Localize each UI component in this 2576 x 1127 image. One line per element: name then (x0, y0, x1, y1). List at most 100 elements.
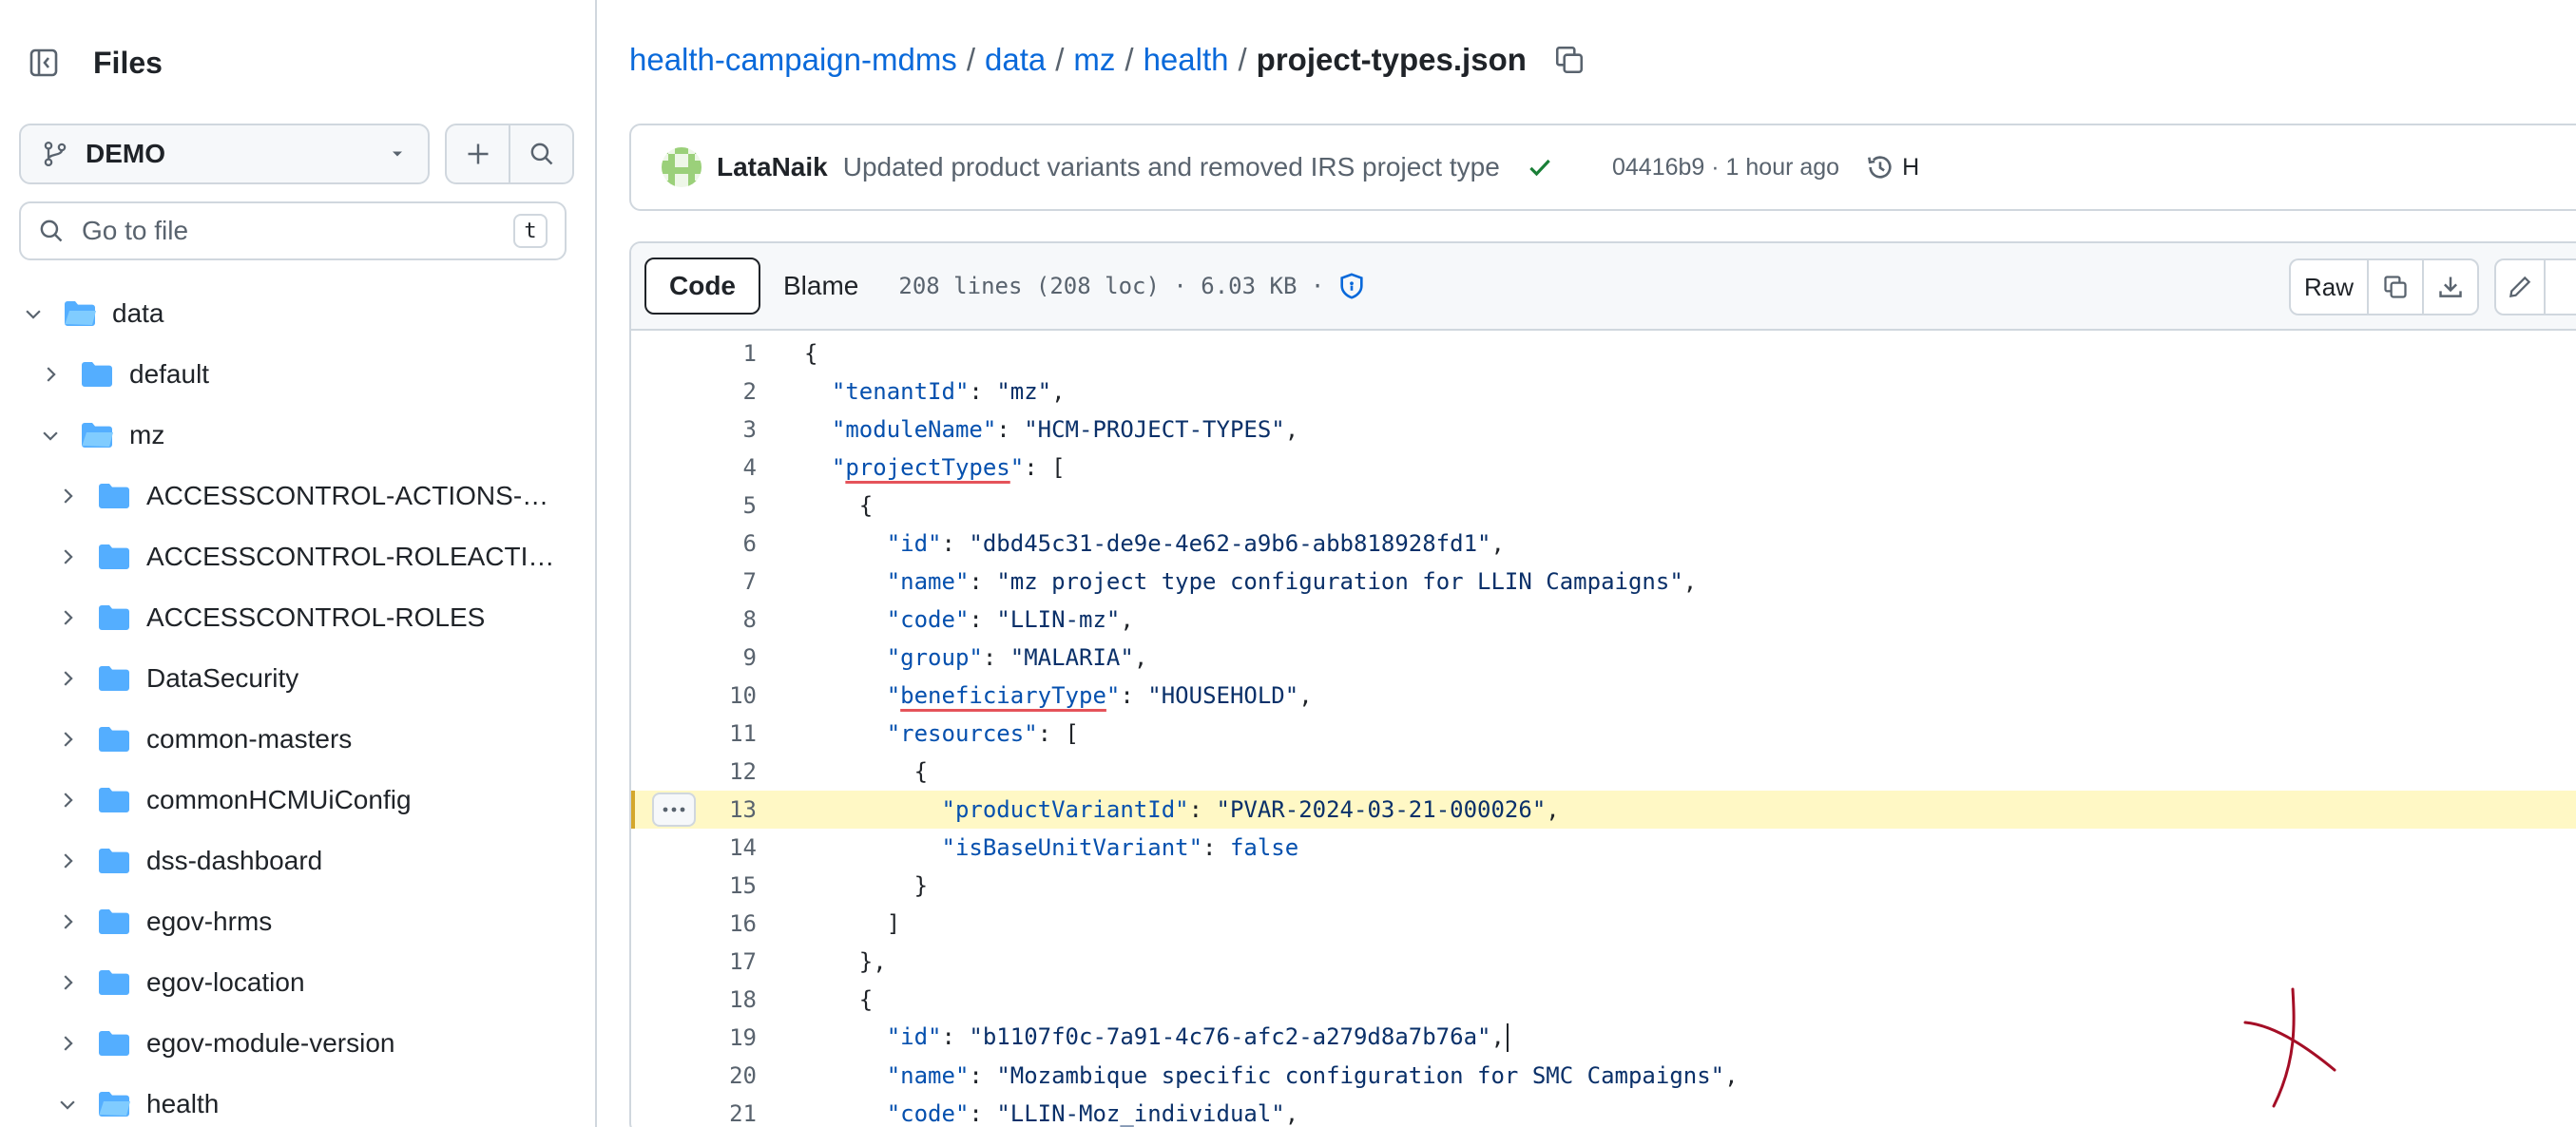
tree-chevron[interactable] (53, 607, 82, 628)
tree-chevron[interactable] (53, 1094, 82, 1115)
tree-chevron[interactable] (53, 668, 82, 689)
commit-author[interactable]: LataNaik (717, 152, 828, 182)
code-text: "name": "Mozambique specific configurati… (886, 1062, 1739, 1089)
commit-hash[interactable]: 04416b9 (1612, 154, 1704, 181)
tree-item-folder[interactable]: default (0, 344, 595, 405)
download-button[interactable] (2422, 260, 2477, 314)
line-number[interactable]: 3 (631, 416, 766, 443)
code-line[interactable]: 15 } (631, 867, 2576, 905)
add-file-button[interactable] (447, 125, 509, 182)
tree-item-folder[interactable]: egov-module-version (0, 1013, 595, 1074)
tree-item-folder[interactable]: ACCESSCONTROL-ACTIONS-T... (0, 466, 595, 526)
code-line[interactable]: 16 ] (631, 905, 2576, 943)
tree-item-folder[interactable]: commonHCMUiConfig (0, 770, 595, 831)
tree-chevron[interactable] (53, 911, 82, 932)
line-number[interactable]: 17 (631, 948, 766, 975)
go-to-file-input[interactable]: Go to file t (19, 201, 567, 260)
line-number[interactable]: 16 (631, 910, 766, 937)
tree-chevron[interactable] (53, 546, 82, 567)
breadcrumb-part[interactable]: data (985, 42, 1046, 78)
branch-selector[interactable]: DEMO (19, 124, 430, 184)
line-number[interactable]: 15 (631, 872, 766, 899)
text-cursor (1506, 1023, 1509, 1052)
file-viewer: Code Blame 208 lines (208 loc) · 6.03 KB… (629, 241, 2576, 1127)
edit-button[interactable] (2496, 260, 2544, 314)
line-number[interactable]: 18 (631, 986, 766, 1013)
code-line[interactable]: 12 { (631, 753, 2576, 791)
folder-icon (99, 727, 129, 752)
code-line[interactable]: 8 "code": "LLIN-mz", (631, 601, 2576, 639)
code-text: "productVariantId": "PVAR-2024-03-21-000… (941, 796, 1560, 823)
breadcrumb-repo[interactable]: health-campaign-mdms (629, 42, 957, 78)
line-number[interactable]: 7 (631, 568, 766, 595)
code-line[interactable]: 5 { (631, 487, 2576, 525)
tree-item-folder[interactable]: data (0, 283, 595, 344)
code-line[interactable]: 3 "moduleName": "HCM-PROJECT-TYPES", (631, 411, 2576, 449)
tree-item-folder[interactable]: health (0, 1074, 595, 1127)
line-number[interactable]: 12 (631, 758, 766, 785)
tree-chevron[interactable] (53, 486, 82, 506)
breadcrumb-part[interactable]: health (1144, 42, 1229, 78)
line-number[interactable]: 21 (631, 1100, 766, 1127)
folder-icon (99, 970, 129, 995)
tree-item-folder[interactable]: egov-location (0, 952, 595, 1013)
tab-blame[interactable]: Blame (760, 258, 881, 315)
tree-item-folder[interactable]: DataSecurity (0, 648, 595, 709)
code-line[interactable]: 2 "tenantId": "mz", (631, 372, 2576, 411)
line-number[interactable]: 14 (631, 834, 766, 861)
line-number[interactable]: 11 (631, 720, 766, 747)
tree-chevron[interactable] (19, 303, 48, 324)
line-number[interactable]: 4 (631, 454, 766, 481)
code-text: "id": "dbd45c31-de9e-4e62-a9b6-abb818928… (886, 530, 1505, 557)
line-number[interactable]: 5 (631, 492, 766, 519)
tree-chevron[interactable] (53, 729, 82, 750)
sidebar-collapse-button[interactable] (19, 38, 68, 87)
line-number[interactable]: 9 (631, 644, 766, 671)
code-line[interactable]: 14 "isBaseUnitVariant": false (631, 829, 2576, 867)
code-line[interactable]: 17 }, (631, 943, 2576, 981)
code-line[interactable]: 1{ (631, 334, 2576, 372)
folder-icon-wrap (97, 543, 131, 571)
line-number[interactable]: 19 (631, 1024, 766, 1051)
tree-chevron[interactable] (53, 1033, 82, 1054)
check-icon[interactable] (1527, 154, 1553, 181)
code-line[interactable]: 7 "name": "mz project type configuration… (631, 563, 2576, 601)
search-icon (530, 143, 552, 165)
code-line[interactable]: 9 "group": "MALARIA", (631, 639, 2576, 677)
line-number[interactable]: 10 (631, 682, 766, 709)
code-line[interactable]: 10 "beneficiaryType": "HOUSEHOLD", (631, 677, 2576, 715)
tree-item-folder[interactable]: ACCESSCONTROL-ROLES (0, 587, 595, 648)
tree-item-folder[interactable]: mz (0, 405, 595, 466)
tree-chevron[interactable] (53, 972, 82, 993)
tree-chevron[interactable] (53, 790, 82, 811)
tab-code[interactable]: Code (644, 258, 760, 315)
avatar[interactable] (662, 147, 702, 187)
tree-chevron[interactable] (36, 425, 65, 446)
tree-chevron[interactable] (36, 364, 65, 385)
line-number[interactable]: 8 (631, 606, 766, 633)
line-number[interactable]: 2 (631, 378, 766, 405)
copy-path-button[interactable] (1553, 44, 1586, 76)
code-line[interactable]: 13 "productVariantId": "PVAR-2024-03-21-… (631, 791, 2576, 829)
commit-message[interactable]: Updated product variants and removed IRS… (843, 152, 1500, 182)
tree-item-folder[interactable]: egov-hrms (0, 891, 595, 952)
code-line[interactable]: 11 "resources": [ (631, 715, 2576, 753)
line-options-button[interactable] (652, 793, 696, 827)
line-number[interactable]: 6 (631, 530, 766, 557)
tree-chevron[interactable] (53, 850, 82, 871)
search-files-button[interactable] (509, 125, 572, 182)
copy-raw-button[interactable] (2367, 260, 2422, 314)
breadcrumb-part[interactable]: mz (1073, 42, 1115, 78)
tree-item-folder[interactable]: dss-dashboard (0, 831, 595, 891)
folder-icon (99, 788, 129, 812)
folder-icon-wrap (97, 786, 131, 814)
line-number[interactable]: 1 (631, 340, 766, 367)
tree-item-folder[interactable]: common-masters (0, 709, 595, 770)
line-number[interactable]: 20 (631, 1062, 766, 1089)
shield-icon[interactable] (1337, 272, 1366, 300)
tree-item-folder[interactable]: ACCESSCONTROL-ROLEACTIO... (0, 526, 595, 587)
history-button[interactable]: H (1866, 153, 1919, 181)
code-line[interactable]: 4 "projectTypes": [ (631, 449, 2576, 487)
raw-button[interactable]: Raw (2291, 260, 2367, 314)
code-line[interactable]: 6 "id": "dbd45c31-de9e-4e62-a9b6-abb8189… (631, 525, 2576, 563)
